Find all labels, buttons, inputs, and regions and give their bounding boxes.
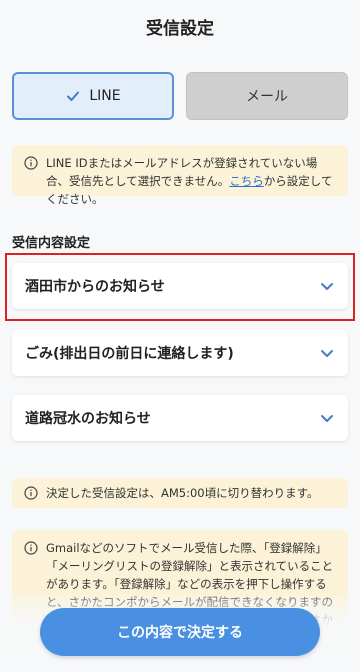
channel-selector: LINE メール — [12, 72, 348, 120]
setting-item-label: ごみ(排出日の前日に連絡します) — [25, 346, 234, 362]
line-channel-button[interactable]: LINE — [12, 72, 174, 120]
chevron-down-icon — [320, 346, 334, 360]
submit-button[interactable]: この内容で決定する — [40, 608, 320, 656]
highlight-frame — [5, 253, 355, 321]
setting-item-garbage[interactable]: ごみ(排出日の前日に連絡します) — [12, 330, 348, 376]
check-icon — [65, 88, 81, 104]
mail-channel-button[interactable]: メール — [186, 72, 348, 120]
notice-switch-time: 決定した受信設定は、AM5:00頃に切り替わります。 — [12, 478, 348, 508]
notice-time-text: 決定した受信設定は、AM5:00頃に切り替わります。 — [46, 486, 319, 500]
setting-item-road-flooding[interactable]: 道路冠水のお知らせ — [12, 395, 348, 441]
chevron-down-icon — [320, 411, 334, 425]
page-title: 受信設定 — [146, 19, 214, 39]
info-icon — [24, 486, 38, 500]
content-settings-heading: 受信内容設定 — [12, 236, 91, 251]
info-icon — [24, 541, 38, 555]
notice-line-registration: LINE IDまたはメールアドレスが登録されていない場合、受信先として選択できま… — [12, 145, 348, 206]
line-channel-label: LINE — [89, 88, 121, 104]
mail-channel-label: メール — [246, 89, 288, 105]
info-icon — [24, 156, 38, 170]
setting-item-label: 道路冠水のお知らせ — [25, 411, 151, 427]
settings-link[interactable]: こちら — [229, 174, 264, 188]
